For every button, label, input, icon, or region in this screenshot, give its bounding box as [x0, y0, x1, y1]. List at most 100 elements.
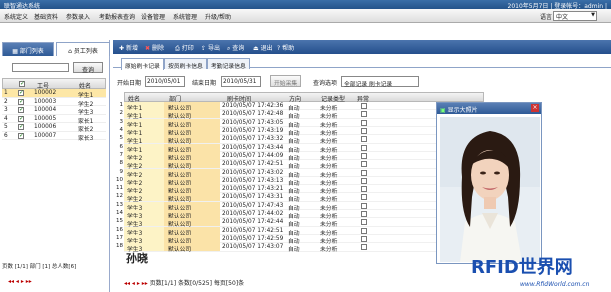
end-date-field[interactable]: 2010/05/31	[221, 76, 261, 87]
table-row[interactable]: 6 100007 家长3	[2, 132, 106, 142]
record-time: 2010/05/07 17:43:07	[222, 244, 284, 251]
tab-raw-records[interactable]: 原始刷卡记录	[121, 58, 164, 70]
help-button[interactable]: ? 帮助	[277, 43, 294, 52]
abnormal-checkbox[interactable]	[361, 227, 367, 234]
table-row[interactable]: 4100005家长1	[2, 115, 106, 125]
add-button[interactable]: ✚ 新增	[119, 43, 138, 52]
query-option-select[interactable]: 全部记录 刷卡记录	[341, 76, 419, 88]
abnormal-checkbox[interactable]	[361, 136, 367, 143]
record-department: 默认公司	[164, 193, 220, 203]
start-collect-button[interactable]: 开始采集	[270, 75, 302, 87]
record-name: 学生1	[124, 102, 164, 112]
row-checkbox[interactable]	[18, 98, 24, 105]
record-time: 2010/05/07 17:42:59	[222, 236, 284, 242]
abnormal-checkbox[interactable]	[361, 152, 367, 159]
abnormal-checkbox[interactable]	[361, 127, 367, 134]
record-department: 默认公司	[164, 110, 220, 120]
table-row[interactable]: 学生3 默认公司 2010/05/07 17:44:02 自动 未分析	[124, 210, 484, 220]
title-bar: 联智通达系统 2010年5月7日 | 登录帐号：admin |	[0, 0, 611, 10]
table-row[interactable]: 学生2 默认公司 2010/05/07 17:44:09 自动 未分析	[124, 151, 484, 162]
chevron-down-icon: ▼	[591, 12, 595, 18]
records-pager[interactable]: ◂◂ ◂ ▸ ▸▸	[124, 280, 148, 287]
photo-window-title[interactable]: ▣ 显示大照片 ×	[437, 103, 541, 114]
abnormal-checkbox[interactable]	[361, 119, 367, 126]
table-row[interactable]: 学生3 默认公司 2010/05/07 17:42:44 自动 未分析	[124, 218, 484, 228]
table-row[interactable]: 学生3 默认公司 2010/05/07 17:43:07 自动 未分析	[124, 243, 484, 254]
close-icon[interactable]: ×	[531, 104, 539, 112]
tab-employee-list[interactable]: ⌂ 员工列表	[56, 42, 110, 56]
menu-item-reports[interactable]: 考勤报表查询	[99, 12, 135, 21]
start-date-field[interactable]: 2010/05/01	[145, 76, 185, 87]
tab-department-list[interactable]: ▦ 部门列表	[2, 42, 54, 56]
row-number: 6	[119, 143, 124, 150]
table-row[interactable]: 学生2 默认公司 2010/05/07 17:43:31 自动 未分析	[124, 193, 484, 203]
row-checkbox[interactable]	[18, 115, 24, 122]
menu-item-system-manage[interactable]: 系统管理	[173, 12, 197, 21]
table-row[interactable]: 学生3 默认公司 2010/05/07 17:42:51 自动 未分析	[124, 226, 484, 237]
export-icon: ⇪	[201, 45, 207, 52]
row-number: 14	[116, 210, 123, 217]
menu-item-system-define[interactable]: 系统定义	[4, 12, 28, 21]
table-row[interactable]: 学生2 默认公司 2010/05/07 17:43:02 自动 未分析	[124, 168, 484, 179]
select-all-checkbox[interactable]	[19, 80, 25, 87]
menu-item-device-manage[interactable]: 设备管理	[141, 12, 165, 21]
record-name: 学生2	[124, 160, 164, 170]
row-checkbox[interactable]	[18, 106, 24, 113]
menu-item-help[interactable]: 升级/帮助	[205, 12, 231, 21]
table-row[interactable]: 学生1 默认公司 2010/05/07 17:43:05 自动 未分析	[124, 118, 484, 129]
abnormal-checkbox[interactable]	[361, 161, 367, 168]
record-department: 默认公司	[164, 210, 220, 220]
row-checkbox[interactable]	[18, 132, 24, 139]
abnormal-checkbox[interactable]	[361, 111, 367, 118]
table-row[interactable]: 2100003学生2	[2, 98, 106, 108]
table-row[interactable]: 学生3 默认公司 2010/05/07 17:42:59 自动 未分析	[124, 235, 484, 245]
abnormal-checkbox[interactable]	[361, 194, 367, 201]
record-department: 默认公司	[164, 243, 220, 253]
query-button[interactable]: ⌕ 查询	[227, 43, 244, 53]
abnormal-checkbox[interactable]	[361, 211, 367, 218]
table-row[interactable]: 1100002学生1	[2, 89, 106, 99]
abnormal-checkbox[interactable]	[361, 202, 367, 209]
record-type: 未分析	[320, 247, 338, 254]
record-time: 2010/05/07 17:42:51	[222, 227, 284, 234]
table-row[interactable]: 学生1 默认公司 2010/05/07 17:43:44 自动 未分析	[124, 143, 484, 154]
menu-item-basic-data[interactable]: 基础资料	[34, 12, 58, 21]
language-select[interactable]: 中文 ▼	[553, 11, 597, 21]
table-row[interactable]: 3100004学生3	[2, 106, 106, 116]
table-row[interactable]: 学生2 默认公司 2010/05/07 17:42:51 自动 未分析	[124, 160, 484, 170]
delete-button[interactable]: ✖ 删除	[145, 43, 164, 52]
table-row[interactable]: 学生2 默认公司 2010/05/07 17:43:21 自动 未分析	[124, 185, 484, 195]
table-row[interactable]: 学生1 默认公司 2010/05/07 17:42:48 自动 未分析	[124, 110, 484, 120]
abnormal-checkbox[interactable]	[361, 169, 367, 176]
big-name-overlay: 孙晓	[126, 252, 148, 265]
tab-attendance-records[interactable]: 考勤记录信息	[207, 58, 250, 70]
table-row[interactable]: 学生1 默认公司 2010/05/07 17:43:19 自动 未分析	[124, 126, 484, 137]
employee-pager[interactable]: ◂◂ ◂ ▸ ▸▸	[8, 278, 32, 285]
table-row[interactable]: 学生1 默认公司 2010/05/07 17:43:32 自动 未分析	[124, 135, 484, 145]
table-row[interactable]: 5100006家长2	[2, 123, 106, 133]
table-row[interactable]: 学生3 默认公司 2010/05/07 17:47:43 自动 未分析	[124, 201, 484, 212]
row-checkbox[interactable]	[18, 89, 24, 96]
abnormal-checkbox[interactable]	[361, 236, 367, 242]
row-checkbox[interactable]	[18, 123, 24, 130]
tab-employee-swipe[interactable]: 按员刷卡信息	[164, 58, 207, 70]
record-time: 2010/05/07 17:43:05	[222, 119, 284, 126]
employee-search-input[interactable]	[12, 63, 69, 72]
menu-bar: 系统定义 基础资料 参数录入 考勤报表查询 设备管理 系统管理 升级/帮助 语言…	[0, 9, 611, 23]
abnormal-checkbox[interactable]	[361, 244, 367, 251]
abnormal-checkbox[interactable]	[361, 144, 367, 151]
record-name: 学生3	[124, 218, 164, 228]
table-row[interactable]: 学生1 默认公司 2010/05/07 17:42:36 自动 未分析	[124, 102, 484, 112]
exit-icon: ⏏	[253, 45, 259, 52]
abnormal-checkbox[interactable]	[361, 103, 367, 109]
menu-item-param-entry[interactable]: 参数录入	[66, 12, 90, 21]
search-button[interactable]: 查询	[73, 62, 103, 74]
record-time: 2010/05/07 17:43:31	[222, 194, 284, 201]
exit-button[interactable]: ⏏ 退出	[253, 43, 273, 52]
abnormal-checkbox[interactable]	[361, 177, 367, 184]
abnormal-checkbox[interactable]	[361, 219, 367, 226]
print-button[interactable]: ⎙ 打印	[175, 43, 194, 53]
table-row[interactable]: 学生2 默认公司 2010/05/07 17:43:13 自动 未分析	[124, 176, 484, 187]
abnormal-checkbox[interactable]	[361, 186, 367, 193]
export-button[interactable]: ⇪ 导出	[201, 43, 220, 52]
